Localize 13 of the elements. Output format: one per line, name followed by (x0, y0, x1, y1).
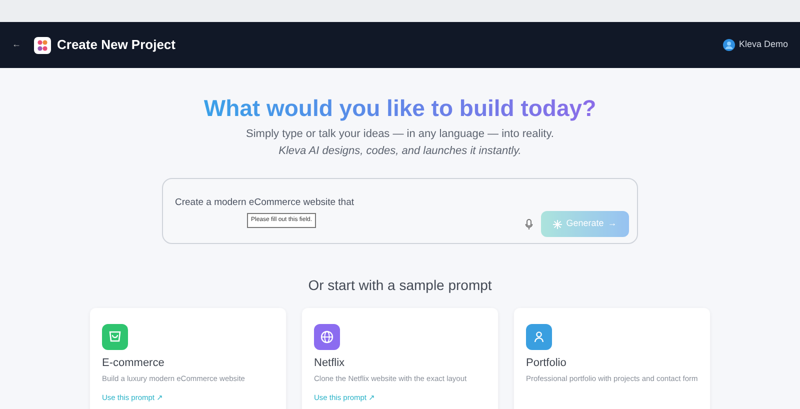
hero-tagline: Kleva AI designs, codes, and launches it instantly. (278, 144, 522, 159)
hero-subtitle: Simply type or talk your ideas — in any language — into reality. (246, 127, 554, 142)
sparkle-icon (553, 220, 562, 228)
microphone-icon[interactable] (525, 219, 533, 230)
card-title: Portfolio (526, 356, 568, 370)
logo-icon (34, 36, 51, 54)
card-title: Netflix (314, 356, 346, 370)
user-name[interactable]: Kleva Demo (738, 38, 788, 52)
avatar-icon[interactable] (722, 39, 735, 51)
section-heading: Or start with a sample prompt (308, 276, 492, 294)
back-button[interactable]: ← (12, 38, 21, 52)
card-title: E-commerce (102, 356, 166, 370)
page-title: Create New Project (57, 36, 176, 54)
